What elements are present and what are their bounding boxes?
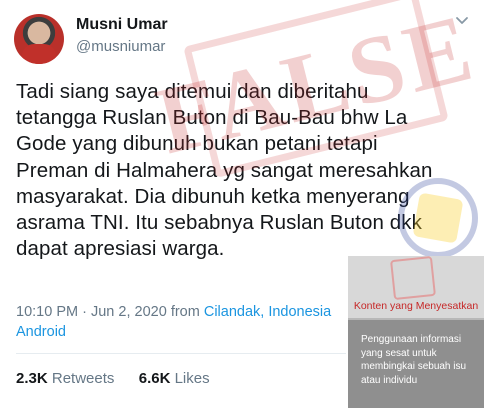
tweet-text-line: asrama TNI. Itu sebabnya Ruslan Buton dk…	[16, 211, 422, 235]
retweets-stat[interactable]: 2.3K Retweets	[16, 370, 114, 387]
meta-separator: ·	[82, 304, 87, 320]
location-link[interactable]: Cilandak, Indonesia	[204, 304, 331, 320]
warning-emblem-icon	[390, 256, 436, 301]
tweet-text: Tadi siang saya ditemui dan diberitahu t…	[16, 79, 478, 262]
tweet-text-line: Preman di Halmahera yg sangat meresahkan	[16, 158, 433, 182]
tweet-text-line: Gode yang dibunuh bukan petani tetapi	[16, 132, 378, 156]
likes-label: Likes	[174, 370, 210, 387]
chevron-down-icon[interactable]	[455, 16, 469, 26]
avatar[interactable]	[14, 14, 64, 64]
user-handle[interactable]: @musniumar	[76, 38, 165, 55]
tweet-time[interactable]: 10:10 PM	[16, 304, 78, 320]
label-divider	[348, 318, 484, 320]
avatar-shirt	[22, 44, 56, 64]
retweets-label: Retweets	[51, 370, 115, 387]
likes-stat[interactable]: 6.6K Likes	[139, 370, 210, 387]
divider	[16, 353, 346, 354]
retweets-count: 2.3K	[16, 370, 48, 387]
source-link[interactable]: Android	[16, 324, 66, 340]
tweet-stats: 2.3K Retweets 6.6K Likes	[16, 370, 210, 387]
from-label: from	[170, 304, 200, 320]
display-name[interactable]: Musni Umar	[76, 16, 168, 34]
tweet-date[interactable]: Jun 2, 2020	[91, 304, 167, 320]
tweet-text-line: tetangga Ruslan Buton di Bau-Bau bhw La	[16, 106, 408, 130]
tweet-text-line: masyarakat. Dia dibunuh ketka menyerang	[16, 184, 410, 208]
tweet-text-line: Tadi siang saya ditemui dan diberitahu	[16, 80, 369, 103]
tweet-meta: 10:10 PM · Jun 2, 2020 from Cilandak, In…	[16, 302, 346, 342]
misleading-content-label: Konten yang Menyesatkan Penggunaan infor…	[348, 256, 484, 408]
label-description: Penggunaan informasi yang sesat untuk me…	[361, 334, 467, 386]
likes-count: 6.6K	[138, 370, 171, 387]
label-title: Konten yang Menyesatkan	[353, 300, 479, 312]
label-header: Konten yang Menyesatkan	[348, 256, 484, 320]
